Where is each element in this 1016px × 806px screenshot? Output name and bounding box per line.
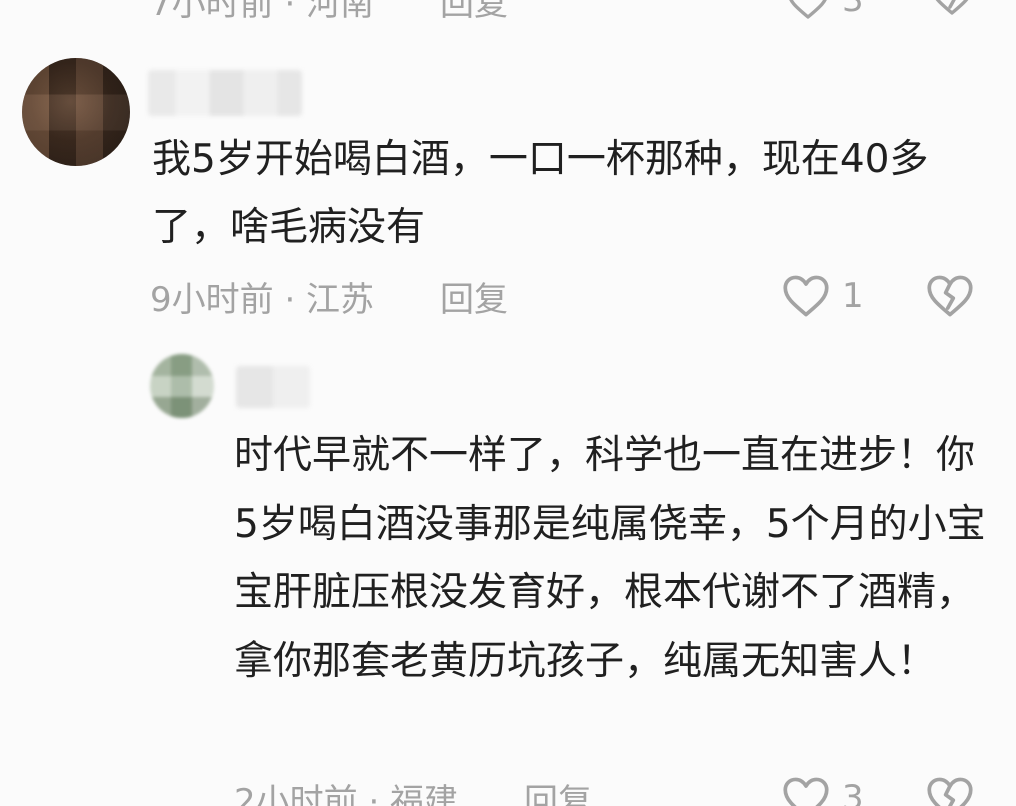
reply-button[interactable]: 回复	[524, 774, 592, 806]
comment-text: 我5岁开始喝白酒，一口一杯那种，现在40多了，啥毛病没有	[152, 137, 929, 250]
dislike-button[interactable]	[926, 776, 974, 806]
like-count: 3	[842, 778, 864, 806]
like-count: 1	[842, 276, 864, 316]
like-button[interactable]: 1	[782, 274, 864, 318]
broken-heart-icon	[936, 0, 968, 15]
like-count: 3	[842, 0, 864, 20]
username-blurred[interactable]	[236, 366, 310, 408]
comment-time-region: 2小时前 · 福建	[234, 781, 459, 806]
comment-meta: 9小时前 · 江苏 回复 1	[150, 271, 973, 321]
dislike-button[interactable]	[926, 274, 974, 327]
comment-meta: 2小时前 · 福建 回复 3	[234, 773, 973, 806]
avatar[interactable]	[22, 58, 130, 166]
broken-heart-icon	[927, 275, 973, 317]
reply-button[interactable]: 回复	[440, 0, 508, 25]
comment-time-region: 7小时前 · 河南	[150, 0, 375, 24]
heart-outline-icon	[783, 275, 829, 317]
reply-button[interactable]: 回复	[440, 272, 508, 321]
avatar[interactable]	[150, 354, 214, 418]
comment-text: 时代早就不一样了，科学也一直在进步！你5岁喝白酒没事那是纯属侥幸，5个月的小宝宝…	[234, 433, 986, 684]
previous-comment-meta: 7小时前 · 河南 回复 3	[150, 0, 968, 25]
like-button[interactable]: 3	[786, 0, 864, 20]
heart-outline-icon	[789, 0, 827, 19]
broken-heart-icon	[927, 777, 973, 806]
username-blurred[interactable]	[148, 70, 302, 116]
heart-outline-icon	[783, 777, 829, 806]
comment-thread: 7小时前 · 河南 回复 3 我5岁开始喝白酒，一口一杯那种，现在40多了，啥毛…	[0, 0, 1016, 806]
dislike-button[interactable]	[930, 0, 974, 25]
like-button[interactable]: 3	[782, 776, 864, 806]
comment-time-region: 9小时前 · 江苏	[150, 279, 375, 320]
